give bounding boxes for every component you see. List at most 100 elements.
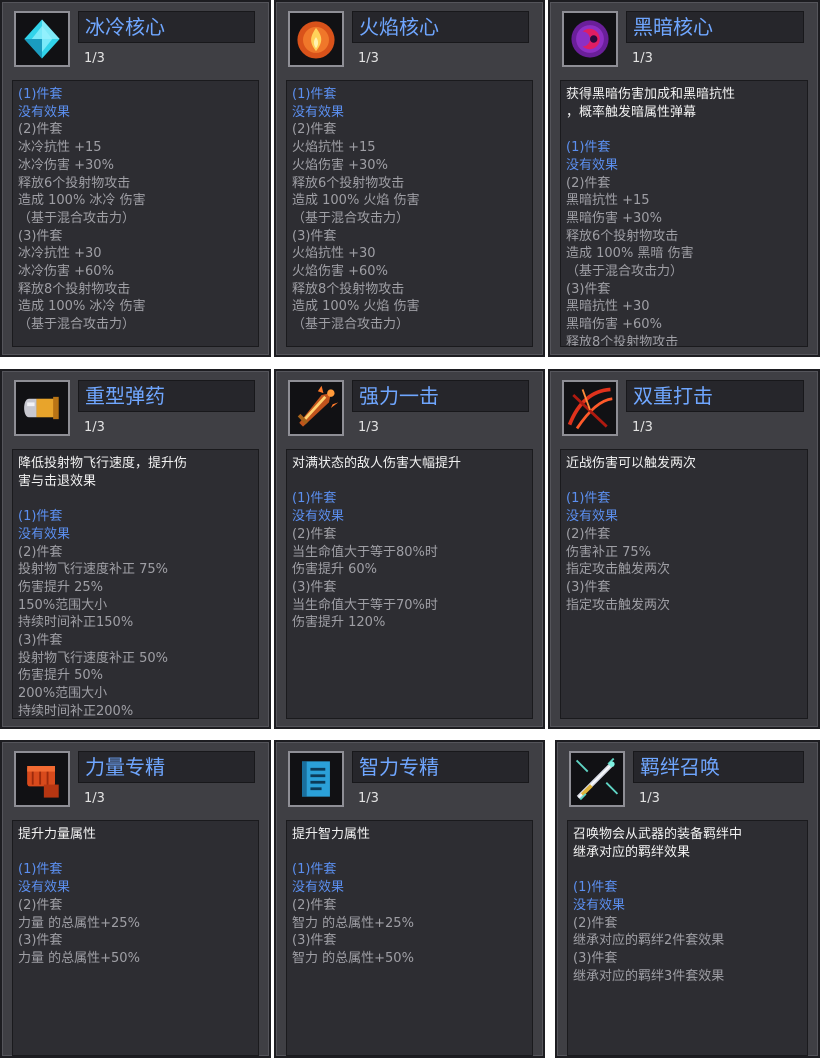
desc-line: 黑暗抗性 +30 xyxy=(566,299,650,315)
desc-line: (1)件套 xyxy=(18,862,63,878)
desc-line: 力量 的总属性+25% xyxy=(18,915,140,931)
card-title: 火焰核心 xyxy=(352,11,529,43)
heavy-bullet-icon xyxy=(14,380,70,436)
desc-line: 伤害提升 60% xyxy=(292,562,378,578)
desc-line: 召唤物会从武器的装备羁绊中 xyxy=(573,827,743,842)
desc-line: （基于混合攻击力） xyxy=(18,317,136,333)
set-level: 1/3 xyxy=(84,51,105,66)
set-description: 获得黑暗伤害加成和黑暗抗性 ，概率触发暗属性弹幕 (1)件套 没有效果 (2)件… xyxy=(560,80,808,347)
desc-line: （基于混合攻击力） xyxy=(566,264,684,280)
desc-line: (1)件套 xyxy=(292,491,337,507)
card-title: 重型弹药 xyxy=(78,380,255,412)
desc-line: (2)件套 xyxy=(292,526,337,542)
card-title: 力量专精 xyxy=(78,751,255,783)
desc-line: 继承对应的羁绊3件套效果 xyxy=(573,968,725,984)
desc-line: (3)件套 xyxy=(18,633,63,649)
desc-line: (2)件套 xyxy=(566,175,611,191)
desc-line: 投射物飞行速度补正 50% xyxy=(18,650,169,666)
desc-line xyxy=(566,473,801,491)
desc-line: (1)件套 xyxy=(566,491,611,507)
desc-line: 指定攻击触发两次 xyxy=(566,597,671,613)
set-description: 降低投射物飞行速度，提升伤 害与击退效果 (1)件套 没有效果 (2)件套 投射… xyxy=(12,449,259,719)
desc-line: 没有效果 xyxy=(566,509,619,525)
desc-line: (1)件套 xyxy=(292,87,337,102)
desc-line: (3)件套 xyxy=(292,933,337,949)
desc-line: 释放6个投射物攻击 xyxy=(18,175,131,191)
desc-line: 火焰抗性 +30 xyxy=(292,246,376,262)
desc-line: 造成 100% 火焰 伤害 xyxy=(292,193,420,209)
desc-line: 没有效果 xyxy=(18,880,71,896)
desc-line: ，概率触发暗属性弹幕 xyxy=(566,104,697,120)
card-title: 强力一击 xyxy=(352,380,529,412)
desc-line: 持续时间补正200% xyxy=(18,703,134,719)
desc-line: 近战伤害可以触发两次 xyxy=(566,456,697,471)
desc-line: 火焰伤害 +60% xyxy=(292,264,388,280)
desc-line: 获得黑暗伤害加成和黑暗抗性 xyxy=(566,87,736,102)
desc-line: （基于混合攻击力） xyxy=(18,210,136,226)
desc-line: 伤害补正 75% xyxy=(566,544,652,560)
set-card-ice-core: 冰冷核心 1/3 (1)件套 没有效果 (2)件套 冰冷抗性 +15 冰冷伤害 … xyxy=(0,0,271,357)
desc-line: 降低投射物飞行速度，提升伤 xyxy=(18,456,188,471)
desc-line: 释放8个投射物攻击 xyxy=(292,281,405,297)
set-card-heavy-ammo: 重型弹药 1/3 降低投射物飞行速度，提升伤 害与击退效果 (1)件套 没有效果… xyxy=(0,369,271,729)
desc-line: 持续时间补正150% xyxy=(18,615,134,631)
desc-line: (3)件套 xyxy=(573,950,618,966)
card-title: 黑暗核心 xyxy=(626,11,804,43)
desc-line: 没有效果 xyxy=(18,526,71,542)
desc-line: (1)件套 xyxy=(292,862,337,878)
desc-line: 造成 100% 火焰 伤害 xyxy=(292,299,420,315)
desc-line: (1)件套 xyxy=(18,509,63,525)
desc-line: (3)件套 xyxy=(292,228,337,244)
set-bonus-screen: { "cards": [ { "title": "冰冷核心", "level":… xyxy=(0,0,820,1058)
desc-line: 提升智力属性 xyxy=(292,827,371,842)
desc-line: 力量 的总属性+50% xyxy=(18,950,140,966)
set-description: (1)件套 没有效果 (2)件套 火焰抗性 +15 火焰伤害 +30% 释放6个… xyxy=(286,80,533,347)
desc-line: 没有效果 xyxy=(292,104,345,120)
desc-line: 伤害提升 50% xyxy=(18,668,104,684)
desc-line: 冰冷抗性 +15 xyxy=(18,140,102,156)
set-card-bond-summon: 羁绊召唤 1/3 召唤物会从武器的装备羁绊中 继承对应的羁绊效果 (1)件套 没… xyxy=(555,740,820,1058)
desc-line: 继承对应的羁绊2件套效果 xyxy=(573,933,725,949)
set-card-dark-core: 黑暗核心 1/3 获得黑暗伤害加成和黑暗抗性 ，概率触发暗属性弹幕 (1)件套 … xyxy=(548,0,820,357)
desc-line: 没有效果 xyxy=(292,880,345,896)
desc-line: 没有效果 xyxy=(573,897,626,913)
desc-line: 150%范围大小 xyxy=(18,597,108,613)
set-description: 提升智力属性 (1)件套 没有效果 (2)件套 智力 的总属性+25% (3)件… xyxy=(286,820,533,1056)
set-description: 对满状态的敌人伤害大幅提升 (1)件套 没有效果 (2)件套 当生命值大于等于8… xyxy=(286,449,533,719)
desc-line: 冰冷抗性 +30 xyxy=(18,246,102,262)
desc-line: 黑暗伤害 +30% xyxy=(566,210,662,226)
desc-line: 释放8个投射物攻击 xyxy=(18,281,131,297)
desc-line: 释放6个投射物攻击 xyxy=(566,228,679,244)
desc-line: (2)件套 xyxy=(292,897,337,913)
summon-sword-icon xyxy=(569,751,625,807)
desc-line: (3)件套 xyxy=(566,281,611,297)
desc-line: (3)件套 xyxy=(566,579,611,595)
desc-line xyxy=(18,490,252,508)
desc-line: 黑暗抗性 +15 xyxy=(566,193,650,209)
fist-icon xyxy=(14,751,70,807)
desc-line: (1)件套 xyxy=(18,87,63,102)
desc-line: 冰冷伤害 +60% xyxy=(18,264,114,280)
ice-crystal-icon xyxy=(14,11,70,67)
desc-line: 黑暗伤害 +60% xyxy=(566,317,662,333)
desc-line: （基于混合攻击力） xyxy=(292,317,410,333)
set-level: 1/3 xyxy=(84,791,105,806)
desc-line xyxy=(566,121,801,139)
desc-line: 智力 的总属性+50% xyxy=(292,950,414,966)
desc-line: (2)件套 xyxy=(566,526,611,542)
desc-line: (2)件套 xyxy=(18,122,63,138)
desc-line: 火焰抗性 +15 xyxy=(292,140,376,156)
desc-line: 对满状态的敌人伤害大幅提升 xyxy=(292,456,462,471)
set-description: 提升力量属性 (1)件套 没有效果 (2)件套 力量 的总属性+25% (3)件… xyxy=(12,820,259,1056)
set-description: 近战伤害可以触发两次 (1)件套 没有效果 (2)件套 伤害补正 75% 指定攻… xyxy=(560,449,808,719)
desc-line: 伤害提升 25% xyxy=(18,579,104,595)
fire-orb-icon xyxy=(288,11,344,67)
set-description: 召唤物会从武器的装备羁绊中 继承对应的羁绊效果 (1)件套 没有效果 (2)件套… xyxy=(567,820,808,1056)
set-card-intellect-mastery: 智力专精 1/3 提升智力属性 (1)件套 没有效果 (2)件套 智力 的总属性… xyxy=(274,740,545,1058)
desc-line: 没有效果 xyxy=(566,157,619,173)
desc-line: 释放8个投射物攻击 xyxy=(566,334,679,347)
desc-line xyxy=(292,844,526,862)
desc-line: (2)件套 xyxy=(18,544,63,560)
card-title: 羁绊召唤 xyxy=(633,751,804,783)
flaming-sword-icon xyxy=(288,380,344,436)
